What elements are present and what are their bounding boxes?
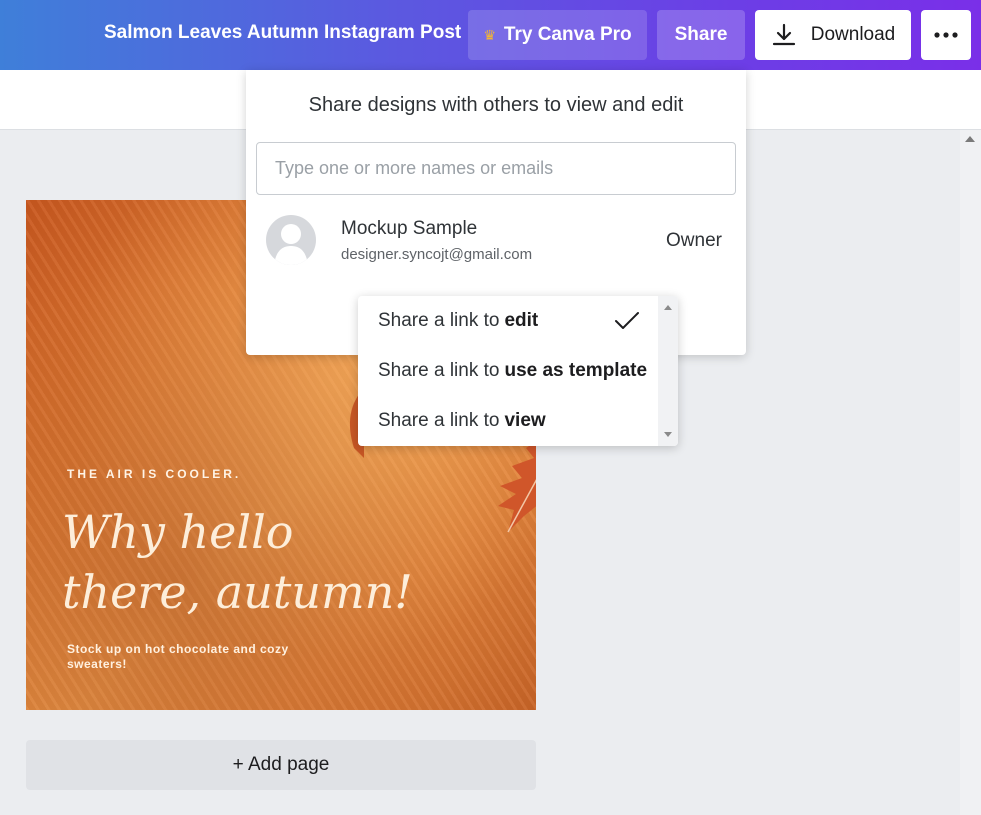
avatar [266, 215, 316, 265]
download-label: Download [810, 24, 896, 45]
menu-item-emphasis: use as template [504, 360, 648, 381]
design-subtext: Stock up on hot chocolate and cozy sweat… [67, 642, 289, 671]
maple-leaf-icon [498, 441, 536, 533]
member-name: Mockup Sample [341, 218, 478, 239]
share-recipients-input[interactable] [256, 142, 736, 195]
share-button[interactable]: Share [657, 10, 745, 60]
member-role: Owner [666, 230, 722, 251]
user-avatar-icon [274, 224, 308, 265]
member-email: designer.syncojt@gmail.com [341, 246, 533, 263]
share-label: Share [674, 24, 728, 45]
menu-item-share-link-edit[interactable]: Share a link to edit [358, 296, 658, 346]
top-bar: Salmon Leaves Autumn Instagram Post ♛ Tr… [0, 0, 981, 70]
design-headline-line-2: there, autumn! [62, 565, 413, 619]
try-canva-pro-label: Try Canva Pro [503, 24, 632, 45]
scroll-down-arrow-icon[interactable] [664, 432, 672, 437]
design-kicker-text: THE AIR IS COOLER. [67, 467, 242, 481]
menu-item-share-link-view[interactable]: Share a link to view [358, 396, 658, 446]
add-page-button[interactable]: + Add page [26, 740, 536, 790]
share-link-dropdown: Share a link to edit Share a link to use… [358, 296, 678, 446]
design-headline: Why hello there, autumn! [62, 502, 413, 622]
share-panel-heading: Share designs with others to view and ed… [308, 94, 684, 116]
menu-item-prefix: Share a link to [378, 360, 500, 381]
design-headline-line-1: Why hello [62, 505, 294, 559]
try-canva-pro-button[interactable]: ♛ Try Canva Pro [468, 10, 647, 60]
menu-item-share-link-template[interactable]: Share a link to use as template [358, 346, 658, 396]
dropdown-scrollbar[interactable] [658, 296, 678, 446]
menu-item-emphasis: edit [504, 310, 539, 331]
canvas-scrollbar[interactable] [960, 130, 981, 815]
crown-icon: ♛ [483, 26, 496, 43]
menu-item-emphasis: view [504, 410, 546, 431]
download-icon [772, 23, 795, 46]
scroll-up-arrow-icon[interactable] [965, 136, 975, 142]
download-button[interactable]: Download [755, 10, 911, 60]
more-horizontal-icon [934, 32, 958, 38]
menu-item-prefix: Share a link to [378, 310, 500, 331]
document-title[interactable]: Salmon Leaves Autumn Instagram Post [104, 22, 461, 44]
check-icon [615, 312, 639, 329]
menu-item-prefix: Share a link to [378, 410, 500, 431]
more-options-button[interactable] [921, 10, 971, 60]
scroll-up-arrow-icon[interactable] [664, 305, 672, 310]
